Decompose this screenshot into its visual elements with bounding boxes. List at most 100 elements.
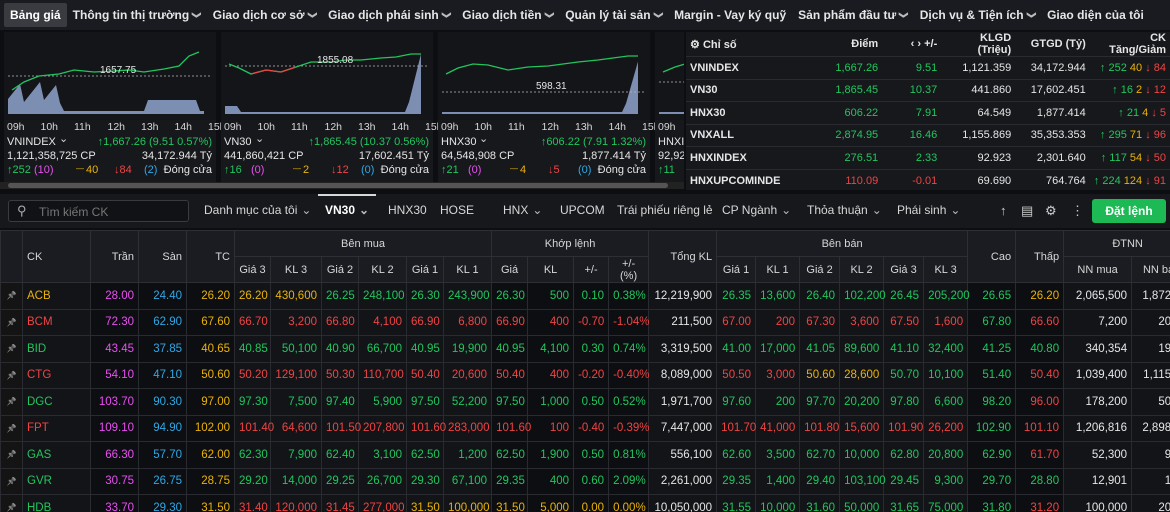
- index-col-name[interactable]: ⚙ Chỉ số: [686, 32, 802, 57]
- pin-icon[interactable]: 📌: [0, 282, 23, 310]
- chevron-down-icon[interactable]: ⌄: [59, 132, 68, 145]
- col-high[interactable]: Cao: [967, 230, 1017, 283]
- pin-icon[interactable]: 📌: [0, 494, 23, 512]
- cell-ck[interactable]: ACB: [22, 282, 91, 310]
- col-tran[interactable]: Trần: [90, 230, 139, 283]
- nav-item-5[interactable]: Quản lý tài sản ❯: [559, 3, 668, 27]
- subcol-buy-0[interactable]: Giá 3: [234, 256, 271, 283]
- pin-icon[interactable]: 📌: [0, 441, 23, 469]
- index-col-updown[interactable]: CK Tăng/Giảm: [1090, 32, 1170, 57]
- tab-0[interactable]: Danh mục của tôi ⌄: [204, 203, 311, 217]
- nav-item-3[interactable]: Giao dịch phái sinh ❯: [322, 3, 456, 27]
- stock-row[interactable]: 📌 GAS 66.30 57.70 62.00 62.30 7,900 62.40 3,100 6…: [0, 441, 1170, 469]
- index-chart-3[interactable]: 09h10h11h12h13h14h15hHNXI⌄92,92↑11: [655, 32, 684, 184]
- index-chart-2[interactable]: 598.31 09h 10h 11h 12h 13h 14h 15h HNX30 ⌄ ↑606.22…: [438, 32, 660, 184]
- nav-item-9[interactable]: Giao diện của tôi: [1041, 3, 1150, 27]
- subcol-sell-4[interactable]: Giá 3: [883, 256, 925, 283]
- subcol-match-3[interactable]: +/- (%): [608, 256, 650, 283]
- nav-item-0[interactable]: Bảng giá: [4, 3, 67, 27]
- pin-icon[interactable]: 📌: [0, 361, 23, 389]
- subcol-buy-3[interactable]: KL 2: [358, 256, 407, 283]
- subcol-foreign-0[interactable]: NN mua: [1063, 256, 1133, 283]
- subcol-sell-1[interactable]: KL 1: [755, 256, 801, 283]
- subcol-buy-2[interactable]: Giá 2: [321, 256, 359, 283]
- tab-7[interactable]: CP Ngành ⌄: [722, 203, 791, 217]
- tab-1[interactable]: VN30 ⌄: [325, 203, 369, 217]
- col-san[interactable]: Sàn: [138, 230, 187, 283]
- index-col-val[interactable]: GTGD (Tỷ): [1015, 32, 1090, 57]
- index-row[interactable]: HNX30 606.22 7.91 64.549 1,877.414 ↑ 21 4 ↓ 5: [686, 101, 1170, 124]
- cell-ck[interactable]: CTG: [22, 361, 91, 389]
- cell-ck[interactable]: HDB: [22, 494, 91, 512]
- cell-ck[interactable]: GAS: [22, 441, 91, 469]
- subcol-match-2[interactable]: +/-: [573, 256, 610, 283]
- tab-8[interactable]: Thỏa thuận ⌄: [807, 203, 882, 217]
- stock-row[interactable]: 📌 DGC 103.70 90.30 97.00 97.30 7,500 97.40 5,900…: [0, 388, 1170, 416]
- subcol-buy-4[interactable]: Giá 1: [406, 256, 444, 283]
- tab-6[interactable]: Trái phiếu riêng lẻ: [617, 203, 713, 217]
- index-col-vol[interactable]: KLGD (Triệu): [941, 32, 1015, 57]
- cell-ck[interactable]: BCM: [22, 308, 91, 336]
- nav-item-1[interactable]: Thông tin thị trường ❯: [67, 3, 207, 27]
- search-input[interactable]: ⚲ Tìm kiếm CK: [8, 200, 189, 222]
- subcol-sell-2[interactable]: Giá 2: [799, 256, 841, 283]
- tab-3[interactable]: HOSE: [440, 203, 474, 217]
- tab-2[interactable]: HNX30: [388, 203, 427, 217]
- subcol-sell-0[interactable]: Giá 1: [716, 256, 757, 283]
- subcol-buy-5[interactable]: KL 1: [442, 256, 493, 283]
- index-row[interactable]: HNXUPCOMINDE 110.09 -0.01 69.690 764.764 ↑ 22…: [686, 168, 1170, 190]
- cell-ck[interactable]: DGC: [22, 388, 91, 416]
- stock-row[interactable]: 📌 FPT 109.10 94.90 102.00 101.40 64,600 101.50 2…: [0, 414, 1170, 442]
- index-col-point[interactable]: Điểm: [802, 32, 882, 57]
- nav-item-6[interactable]: Margin - Vay ký quỹ: [668, 3, 792, 27]
- col-total-vol[interactable]: Tổng KL: [648, 230, 718, 283]
- subcol-sell-5[interactable]: KL 3: [923, 256, 969, 283]
- scrollbar-thumb[interactable]: [8, 183, 668, 188]
- nav-item-8[interactable]: Dịch vụ & Tiện ích ❯: [914, 3, 1041, 27]
- col-tc[interactable]: TC: [186, 230, 235, 283]
- cell-ck[interactable]: BID: [22, 335, 91, 363]
- stock-row[interactable]: 📌 CTG 54.10 47.10 50.60 50.20 129,100 50.30 110,…: [0, 361, 1170, 389]
- index-row[interactable]: VNXALL 2,874.95 16.46 1,155.869 35,353.353 ↑ …: [686, 123, 1170, 147]
- index-chart-1[interactable]: 1855.08 09h 10h 11h 12h 13h 14h 15h VN30 ⌄ ↑1,865.…: [221, 32, 443, 184]
- stock-row[interactable]: 📌 GVR 30.75 26.75 28.75 29.20 14,000 29.25 26,70…: [0, 467, 1170, 495]
- index-col-change[interactable]: ‹ › +/-: [882, 32, 941, 57]
- tab-5[interactable]: UPCOM: [560, 203, 605, 217]
- more-options-icon[interactable]: ⋮: [1071, 203, 1084, 219]
- col-low[interactable]: Thấp: [1015, 230, 1065, 283]
- place-order-button[interactable]: Đặt lệnh: [1092, 199, 1166, 223]
- charts-scrollbar[interactable]: [0, 182, 684, 189]
- pin-icon[interactable]: 📌: [0, 335, 23, 363]
- pin-icon[interactable]: 📌: [0, 467, 23, 495]
- settings-gear-icon[interactable]: ⚙: [690, 39, 700, 51]
- subcol-foreign-1[interactable]: NN bán: [1131, 256, 1170, 283]
- pin-icon[interactable]: 📌: [0, 414, 23, 442]
- tab-9[interactable]: Phái sinh ⌄: [897, 203, 960, 217]
- stock-row[interactable]: 📌 BCM 72.30 62.90 67.60 66.70 3,200 66.80 4,100 6…: [0, 308, 1170, 336]
- subcol-buy-1[interactable]: KL 3: [270, 256, 322, 283]
- stock-row[interactable]: 📌 ACB 28.00 24.40 26.20 26.20 430,600 26.25 248,…: [0, 282, 1170, 310]
- stock-row[interactable]: 📌 BID 43.45 37.85 40.65 40.85 50,100 40.90 66,70…: [0, 335, 1170, 363]
- col-ck[interactable]: CK: [22, 230, 91, 283]
- chevron-down-icon[interactable]: ⌄: [479, 132, 488, 145]
- pin-icon[interactable]: 📌: [0, 388, 23, 416]
- index-row[interactable]: VN30 1,865.45 10.37 441.860 17,602.451 ↑ 16 2…: [686, 78, 1170, 102]
- scroll-top-icon[interactable]: ↑: [1000, 203, 1007, 218]
- nav-item-7[interactable]: Sản phẩm đầu tư ❯: [792, 3, 914, 27]
- nav-item-2[interactable]: Giao dịch cơ sở ❯: [207, 3, 322, 27]
- chevron-down-icon[interactable]: ⌄: [255, 132, 264, 145]
- subcol-match-1[interactable]: KL: [527, 256, 575, 283]
- cell-ck[interactable]: FPT: [22, 414, 91, 442]
- nav-item-4[interactable]: Giao dịch tiền ❯: [456, 3, 559, 27]
- subcol-match-0[interactable]: Giá: [491, 256, 529, 283]
- settings-icon[interactable]: ⚙: [1045, 203, 1057, 219]
- cell-ck[interactable]: GVR: [22, 467, 91, 495]
- tab-4[interactable]: HNX ⌄: [503, 203, 542, 217]
- excel-export-icon[interactable]: ▤: [1021, 203, 1033, 219]
- index-chart-0[interactable]: 1657.75 09h 10h 11h 12h 13h 14h 15h VNINDEX ⌄ ↑1,6…: [4, 32, 226, 184]
- subcol-sell-3[interactable]: KL 2: [839, 256, 885, 283]
- index-row[interactable]: HNXINDEX 276.51 2.33 92.923 2,301.640 ↑ 117 5…: [686, 146, 1170, 169]
- index-row[interactable]: VNINDEX 1,667.26 9.51 1,121.359 34,172.944 ↑ …: [686, 56, 1170, 79]
- stock-row[interactable]: 📌 HDB 33.70 29.30 31.50 31.40 120,000 31.45 277,…: [0, 494, 1170, 512]
- pin-icon[interactable]: 📌: [0, 308, 23, 336]
